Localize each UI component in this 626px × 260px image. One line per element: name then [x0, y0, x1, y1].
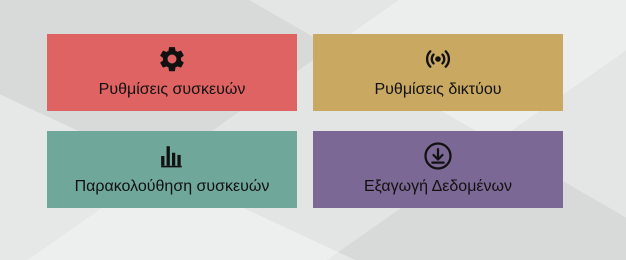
data-export-label: Εξαγωγή Δεδομένων — [363, 177, 513, 195]
data-export-tile[interactable]: Εξαγωγή Δεδομένων — [313, 131, 563, 208]
network-settings-label: Ρυθμίσεις δικτύου — [374, 80, 502, 98]
gear-icon — [156, 43, 188, 75]
device-monitoring-label: Παρακολούθηση συσκευών — [74, 177, 270, 195]
device-settings-label: Ρυθμίσεις συσκευών — [98, 80, 246, 98]
bar-chart-icon — [156, 140, 188, 172]
broadcast-icon — [422, 43, 454, 75]
device-settings-tile[interactable]: Ρυθμίσεις συσκευών — [47, 34, 297, 111]
device-monitoring-tile[interactable]: Παρακολούθηση συσκευών — [47, 131, 297, 208]
network-settings-tile[interactable]: Ρυθμίσεις δικτύου — [313, 34, 563, 111]
download-icon — [422, 140, 454, 172]
